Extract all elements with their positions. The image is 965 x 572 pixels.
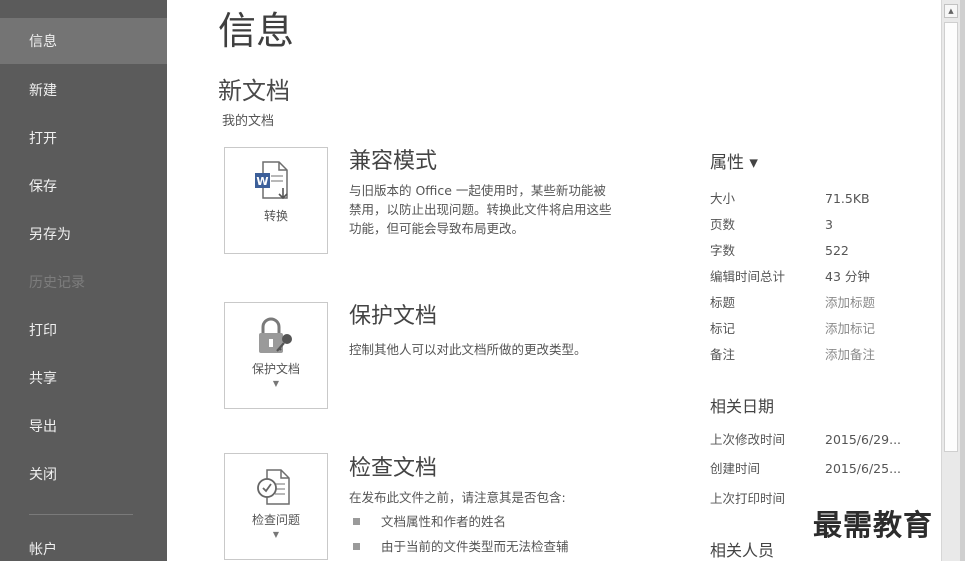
list-item: 文档属性和作者的姓名 bbox=[353, 512, 623, 531]
bullet-square-icon bbox=[353, 543, 360, 550]
last-printed-label: 上次打印时间 bbox=[710, 491, 786, 506]
last-modified-value: 2015/6/29... bbox=[825, 432, 902, 447]
scrollbar-thumb[interactable] bbox=[944, 22, 958, 452]
properties-dropdown[interactable]: 属性 ▾ bbox=[710, 151, 758, 175]
sidebar-item-history: 历史记录 bbox=[29, 275, 85, 291]
chevron-down-icon: ▼ bbox=[272, 530, 280, 539]
compat-mode-desc: 与旧版本的 Office 一起使用时，某些新功能被禁用，以防止出现问题。转换此文… bbox=[349, 183, 612, 236]
sidebar-item-save[interactable]: 保存 bbox=[0, 163, 167, 209]
prop-size-value: 71.5KB bbox=[825, 191, 870, 206]
vertical-scrollbar[interactable]: ▲ bbox=[941, 0, 960, 561]
protect-document-button[interactable]: 保护文档 ▼ bbox=[224, 302, 328, 409]
related-dates-heading: 相关日期 bbox=[710, 397, 775, 416]
convert-button-label: 转换 bbox=[263, 209, 288, 223]
prop-size-label: 大小 bbox=[710, 191, 736, 206]
lock-key-icon bbox=[259, 317, 292, 353]
add-tags-field[interactable]: 添加标记 bbox=[825, 320, 875, 338]
list-item: 由于当前的文件类型而无法检查辅 bbox=[353, 537, 623, 556]
compat-mode-title: 兼容模式 bbox=[349, 149, 438, 174]
window-edge bbox=[960, 0, 965, 561]
sidebar-item-save-as[interactable]: 另存为 bbox=[0, 211, 167, 257]
last-modified-label: 上次修改时间 bbox=[710, 432, 786, 447]
prop-words-value: 522 bbox=[825, 243, 849, 258]
inspect-bullet-list: 文档属性和作者的姓名 由于当前的文件类型而无法检查辅 bbox=[353, 512, 623, 562]
document-path[interactable]: 我的文档 bbox=[222, 113, 274, 131]
check-issues-button[interactable]: 检查问题 ▼ bbox=[224, 453, 328, 560]
bullet-square-icon bbox=[353, 518, 360, 525]
prop-pages-value: 3 bbox=[825, 217, 833, 232]
watermark-text: 最需教育 bbox=[813, 502, 934, 544]
related-people-heading: 相关人员 bbox=[710, 541, 775, 560]
document-name: 新文档 bbox=[218, 77, 290, 105]
list-item-text: 由于当前的文件类型而无法检查辅 bbox=[381, 539, 569, 554]
protect-document-button-label: 保护文档 bbox=[251, 362, 300, 376]
convert-button[interactable]: W 转换 bbox=[224, 147, 328, 254]
protect-document-title: 保护文档 bbox=[349, 304, 438, 329]
protect-document-desc: 控制其他人可以对此文档所做的更改类型。 bbox=[349, 342, 587, 357]
page-title: 信息 bbox=[218, 9, 295, 53]
inspect-document-desc: 在发布此文件之前，请注意其是否包含: bbox=[349, 490, 566, 505]
add-title-field[interactable]: 添加标题 bbox=[825, 294, 875, 312]
sidebar-item-close[interactable]: 关闭 bbox=[0, 451, 167, 497]
prop-edit-time-label: 编辑时间总计 bbox=[710, 269, 786, 284]
add-comments-field[interactable]: 添加备注 bbox=[825, 346, 875, 364]
prop-pages-label: 页数 bbox=[710, 217, 736, 232]
list-item-text: 文档属性和作者的姓名 bbox=[381, 514, 507, 529]
inspect-document-title: 检查文档 bbox=[349, 456, 438, 481]
sidebar-item-info[interactable]: 信息 bbox=[0, 18, 167, 64]
sidebar-divider bbox=[29, 514, 133, 515]
inspect-document-icon bbox=[257, 469, 290, 505]
sidebar-item-account[interactable]: 帐户 bbox=[0, 526, 167, 572]
word-convert-icon: W bbox=[255, 161, 288, 200]
sidebar-item-export[interactable]: 导出 bbox=[0, 403, 167, 449]
svg-text:W: W bbox=[256, 175, 268, 188]
prop-words-label: 字数 bbox=[710, 243, 736, 258]
chevron-down-icon: ▼ bbox=[272, 379, 280, 388]
scroll-up-icon[interactable]: ▲ bbox=[944, 4, 958, 18]
check-issues-button-label: 检查问题 bbox=[251, 513, 300, 527]
prop-tags-label: 标记 bbox=[710, 321, 736, 336]
prop-title-label: 标题 bbox=[710, 295, 736, 310]
prop-edit-time-value: 43 分钟 bbox=[825, 269, 870, 284]
prop-comments-label: 备注 bbox=[710, 347, 736, 362]
sidebar-item-share[interactable]: 共享 bbox=[0, 355, 167, 401]
sidebar-item-new[interactable]: 新建 bbox=[0, 67, 167, 113]
sidebar-item-open[interactable]: 打开 bbox=[0, 115, 167, 161]
created-value: 2015/6/25... bbox=[825, 461, 902, 476]
sidebar-item-print[interactable]: 打印 bbox=[0, 307, 167, 353]
created-label: 创建时间 bbox=[710, 461, 761, 476]
backstage-sidebar: 信息 新建 打开 保存 另存为 历史记录 打印 共享 导出 关闭 帐户 bbox=[0, 0, 167, 561]
